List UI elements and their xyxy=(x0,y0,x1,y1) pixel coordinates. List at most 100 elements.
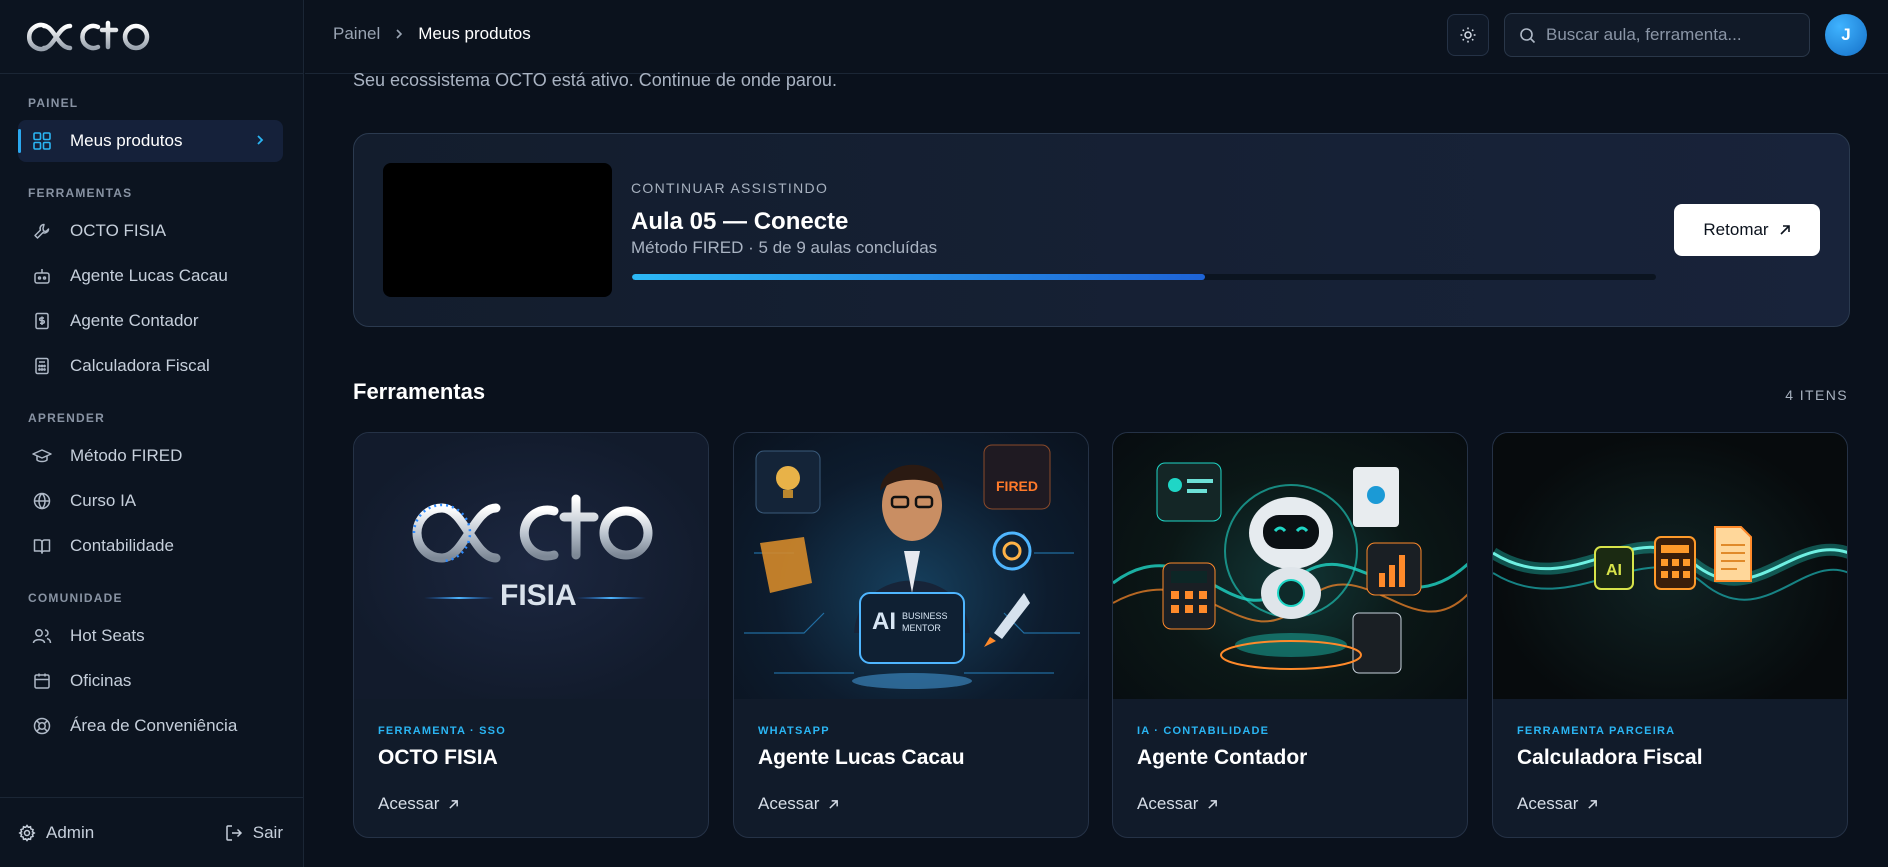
card-tag: FERRAMENTA PARCEIRA xyxy=(1517,725,1676,737)
logout-button[interactable]: Sair xyxy=(225,823,283,843)
nav-section-title: PAINEL xyxy=(28,96,79,110)
calculator-icon xyxy=(32,356,52,376)
sidebar-footer: Admin Sair xyxy=(0,797,303,867)
sidebar-item-octo-fisia[interactable]: OCTO FISIA xyxy=(18,210,283,252)
card-image: FIRED AI BUSINESS MENTOR xyxy=(734,433,1088,699)
sidebar-item-curso-ia[interactable]: Curso IA xyxy=(18,480,283,522)
svg-text:FIRED: FIRED xyxy=(996,478,1038,494)
nav-section-aprender: APRENDER Método FIRED Curso IA Contabili… xyxy=(0,411,303,567)
theme-toggle-button[interactable] xyxy=(1447,14,1489,56)
wrench-icon xyxy=(32,221,52,241)
breadcrumb-painel[interactable]: Painel xyxy=(333,24,380,44)
chevron-right-icon xyxy=(394,26,404,42)
sidebar-item-label: Agente Contador xyxy=(70,311,199,330)
logout-label: Sair xyxy=(252,822,283,842)
access-link[interactable]: Acessar xyxy=(1517,794,1598,814)
calendar-icon xyxy=(32,671,52,691)
svg-text:AI: AI xyxy=(1606,562,1622,579)
product-card-agente-contador[interactable]: IA · CONTABILIDADE Agente Contador Acess… xyxy=(1112,432,1468,838)
receipt-icon xyxy=(32,311,52,331)
search-icon xyxy=(1520,27,1536,43)
breadcrumb-current: Meus produtos xyxy=(418,24,531,43)
accountant-robot-illustration xyxy=(1113,462,1467,674)
lifebuoy-icon xyxy=(32,716,52,736)
admin-label: Admin xyxy=(46,822,95,842)
sidebar: PAINEL Meus produtos FERRAMENTAS OCTO FI… xyxy=(0,0,304,867)
sidebar-item-label: Calculadora Fiscal xyxy=(70,356,210,375)
book-icon xyxy=(32,536,52,556)
sidebar-item-label: Método FIRED xyxy=(70,446,183,465)
arrow-up-right-icon xyxy=(1780,225,1790,235)
card-image: FISIA xyxy=(354,433,708,699)
sidebar-item-agente-lucas-cacau[interactable]: Agente Lucas Cacau xyxy=(18,255,283,297)
arrow-up-right-icon xyxy=(449,799,459,809)
section-item-count: 4 ITENS xyxy=(1785,387,1848,403)
sidebar-item-label: Contabilidade xyxy=(70,536,174,555)
page-subtitle: Seu ecossistema OCTO está ativo. Continu… xyxy=(353,70,837,90)
breadcrumb: Painel Meus produtos xyxy=(333,24,531,44)
nav-section-painel: PAINEL Meus produtos xyxy=(0,96,303,162)
svg-text:MENTOR: MENTOR xyxy=(902,623,941,633)
octo-logo-icon xyxy=(27,20,150,51)
sidebar-item-area-de-conveniencia[interactable]: Área de Conveniência xyxy=(18,705,283,747)
sidebar-item-meus-produtos[interactable]: Meus produtos xyxy=(18,120,283,162)
nav-section-ferramentas: FERRAMENTAS OCTO FISIA Agente Lucas Caca… xyxy=(0,186,303,387)
progress-fill xyxy=(632,274,1206,280)
bot-icon xyxy=(32,266,52,286)
sidebar-item-hot-seats[interactable]: Hot Seats xyxy=(18,615,283,657)
sidebar-item-contabilidade[interactable]: Contabilidade xyxy=(18,525,283,567)
product-card-agente-lucas-cacau[interactable]: FIRED AI BUSINESS MENTOR WHATSAPP Agente… xyxy=(733,432,1089,838)
section-title-ferramentas: Ferramentas xyxy=(353,379,486,404)
lesson-thumbnail[interactable] xyxy=(383,163,612,297)
continue-watching-card: CONTINUAR ASSISTINDO Aula 05 — Conecte M… xyxy=(353,133,1850,327)
sidebar-item-calculadora-fiscal[interactable]: Calculadora Fiscal xyxy=(18,345,283,387)
access-link[interactable]: Acessar xyxy=(1137,794,1218,814)
access-label: Acessar xyxy=(758,794,820,813)
card-title: Agente Contador xyxy=(1137,746,1308,769)
access-link[interactable]: Acessar xyxy=(378,794,459,814)
product-card-octo-fisia[interactable]: FISIA FERRAMENTA · SSO OCTO FISIA Acessa… xyxy=(353,432,709,838)
search-input[interactable] xyxy=(1546,25,1796,45)
sidebar-item-label: Meus produtos xyxy=(70,131,183,150)
chevron-right-icon xyxy=(255,132,265,153)
nav-section-comunidade: COMUNIDADE Hot Seats Oficinas Área de Co… xyxy=(0,591,303,747)
top-header: Painel Meus produtos J xyxy=(305,0,1888,74)
brand-logo[interactable] xyxy=(0,0,303,74)
card-tag: WHATSAPP xyxy=(758,725,830,737)
octo-fisia-logo: FISIA xyxy=(412,494,653,612)
svg-text:FISIA: FISIA xyxy=(500,579,577,612)
globe-icon xyxy=(32,491,52,511)
nav-section-title: APRENDER xyxy=(28,411,105,425)
card-tag: IA · CONTABILIDADE xyxy=(1137,725,1270,737)
lesson-title: Aula 05 — Conecte xyxy=(631,208,849,235)
graduation-cap-icon xyxy=(32,446,52,466)
arrow-up-right-icon xyxy=(829,799,839,809)
card-image: AI xyxy=(1493,433,1847,699)
svg-text:BUSINESS: BUSINESS xyxy=(902,611,948,621)
grid-icon xyxy=(32,131,52,151)
card-title: Agente Lucas Cacau xyxy=(758,746,965,769)
gear-icon xyxy=(18,823,36,842)
admin-button[interactable]: Admin xyxy=(18,823,94,843)
fiscal-calculator-illustration: AI xyxy=(1493,526,1847,601)
sidebar-item-label: Agente Lucas Cacau xyxy=(70,266,228,285)
nav-section-title: COMUNIDADE xyxy=(28,591,123,605)
continue-label: CONTINUAR ASSISTINDO xyxy=(631,180,829,196)
product-card-calculadora-fiscal[interactable]: AI FERRAMENTA PARCEIRA Calculadora Fisca… xyxy=(1492,432,1848,838)
avatar[interactable]: J xyxy=(1825,14,1867,56)
business-mentor-illustration: FIRED AI BUSINESS MENTOR xyxy=(744,444,1080,689)
arrow-up-right-icon xyxy=(1208,799,1218,809)
sidebar-item-label: Oficinas xyxy=(70,671,132,690)
lesson-progress-bar xyxy=(632,274,1656,280)
sidebar-item-oficinas[interactable]: Oficinas xyxy=(18,660,283,702)
resume-button[interactable]: Retomar xyxy=(1674,204,1820,256)
card-image xyxy=(1113,433,1467,699)
sidebar-item-agente-contador[interactable]: Agente Contador xyxy=(18,300,283,342)
sidebar-item-label: Hot Seats xyxy=(70,626,145,645)
sidebar-item-metodo-fired[interactable]: Método FIRED xyxy=(18,435,283,477)
lesson-meta: Método FIRED · 5 de 9 aulas concluídas xyxy=(631,238,938,257)
access-label: Acessar xyxy=(1517,794,1579,813)
access-link[interactable]: Acessar xyxy=(758,794,839,814)
logout-icon xyxy=(226,824,242,841)
access-label: Acessar xyxy=(1137,794,1199,813)
